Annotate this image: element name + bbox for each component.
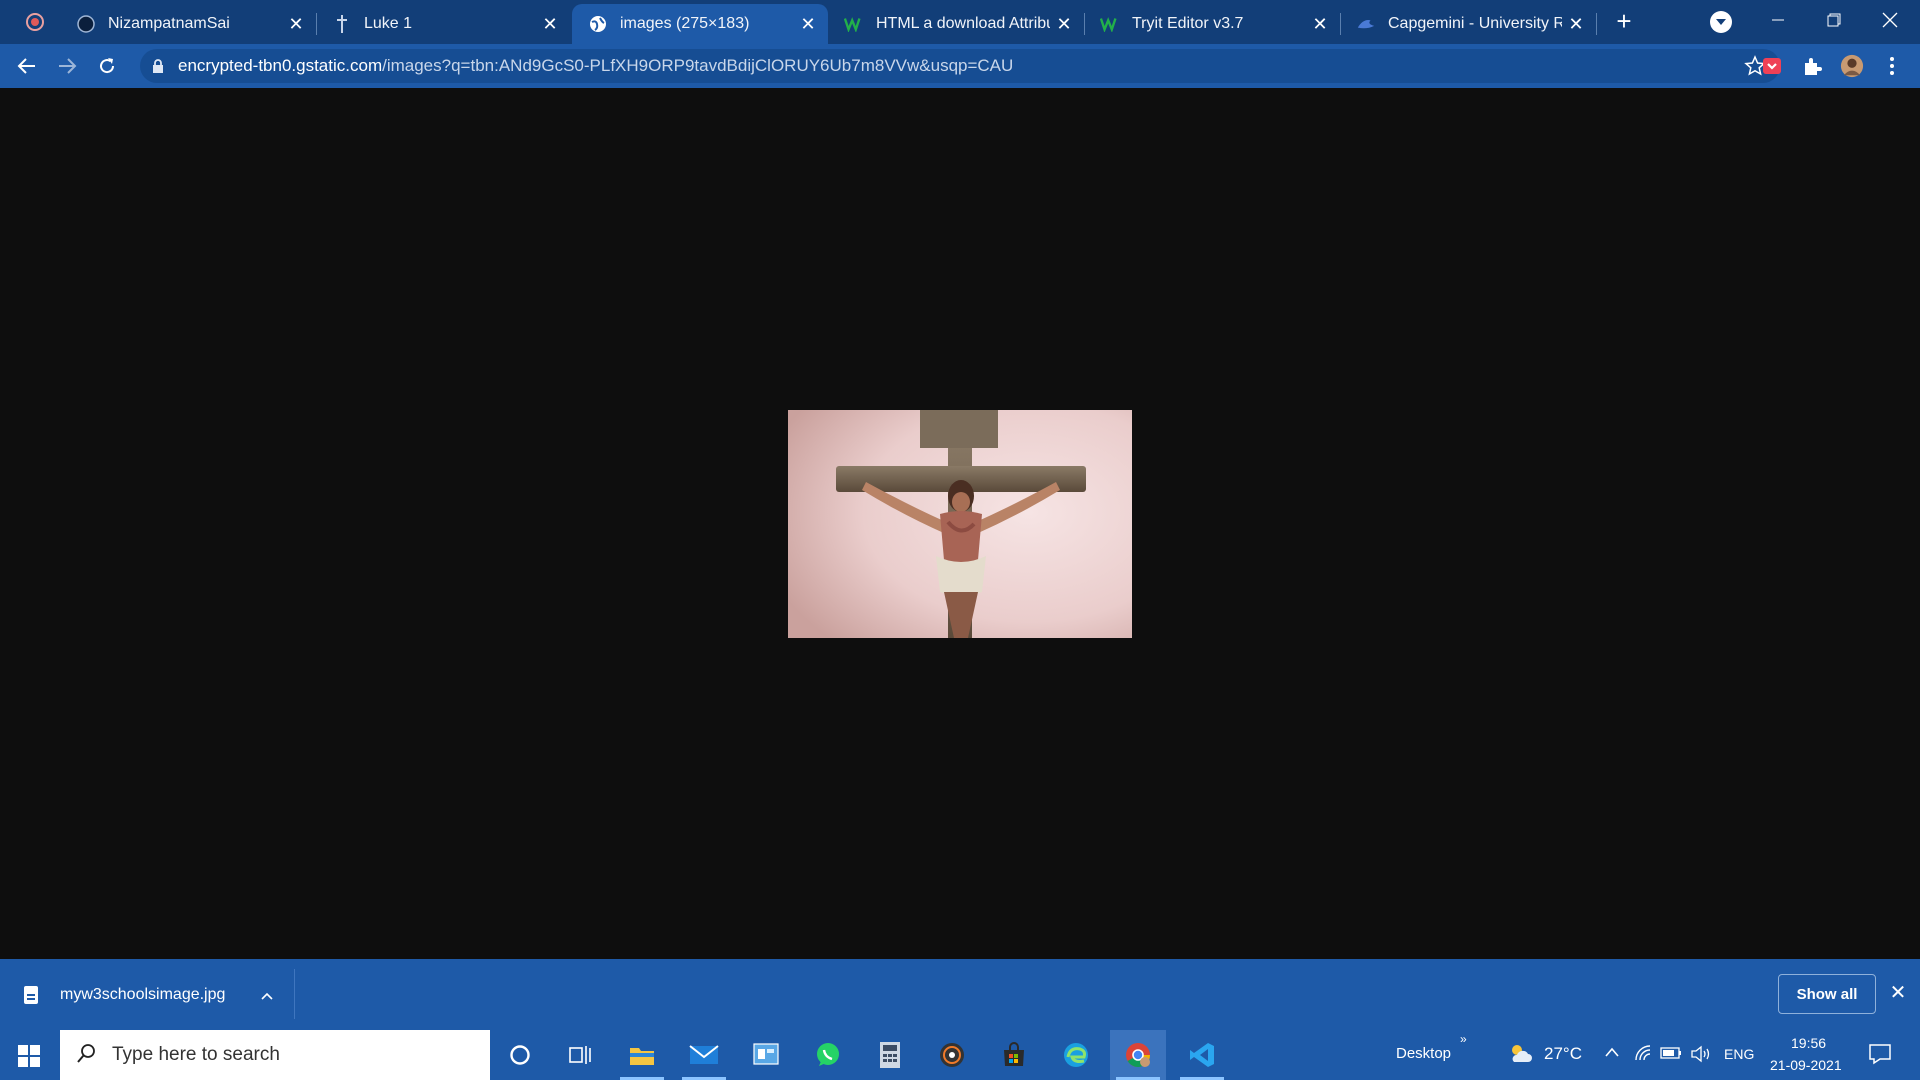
minimize-button[interactable] (1750, 0, 1806, 40)
globe-icon (588, 14, 608, 34)
tab-title: NizampatnamSai (108, 15, 230, 32)
search-placeholder: Type here to search (112, 1044, 280, 1065)
tab-title: Tryit Editor v3.7 (1132, 15, 1244, 32)
tab-title: Luke 1 (364, 15, 413, 32)
pocket-extension-icon[interactable] (1760, 54, 1784, 78)
tab-strip: NizampatnamSai ✕ Luke 1 ✕ images (275×18… (0, 0, 1920, 44)
menu-kebab-icon[interactable] (1880, 54, 1904, 78)
microsoft-store-icon[interactable] (986, 1030, 1042, 1080)
bible-icon (332, 14, 352, 34)
tab-title: images (275×183) (620, 15, 750, 32)
profile-avatar[interactable] (1840, 54, 1864, 78)
language-indicator[interactable]: ENG (1724, 1046, 1754, 1062)
file-explorer-icon[interactable] (614, 1030, 670, 1080)
edge-icon[interactable] (1048, 1030, 1104, 1080)
address-bar[interactable]: encrypted-tbn0.gstatic.com/images?q=tbn:… (140, 49, 1780, 83)
weather-icon[interactable] (1508, 1042, 1534, 1070)
tab-tryit-editor[interactable]: Tryit Editor v3.7 ✕ (1084, 4, 1341, 44)
chevron-up-tray-icon[interactable] (1604, 1045, 1620, 1062)
back-button[interactable] (11, 50, 43, 82)
media-player-icon[interactable] (924, 1030, 980, 1080)
close-download-shelf-icon[interactable]: ✕ (1884, 979, 1912, 1007)
battery-icon[interactable] (1660, 1046, 1682, 1064)
wifi-icon[interactable] (1634, 1044, 1652, 1066)
close-tab-icon[interactable]: ✕ (794, 10, 822, 38)
lock-icon[interactable] (152, 59, 164, 78)
tab-images[interactable]: images (275×183) ✕ (572, 4, 828, 44)
mail-icon[interactable] (676, 1030, 732, 1080)
recording-icon[interactable] (26, 13, 44, 31)
w3schools-icon (1100, 14, 1120, 34)
forward-button[interactable] (51, 50, 83, 82)
cortana-icon[interactable] (492, 1030, 548, 1080)
tab-title: Capgemini - University Re (1388, 15, 1562, 32)
chevron-up-icon[interactable] (261, 987, 273, 1003)
file-icon (24, 986, 38, 1004)
reload-button[interactable] (91, 50, 123, 82)
task-view-icon[interactable] (552, 1030, 608, 1080)
whatsapp-icon[interactable] (800, 1030, 856, 1080)
download-item[interactable]: myw3schoolsimage.jpg (24, 977, 273, 1013)
url-path: /images?q=tbn:ANd9GcS0-PLfXH9ORP9tavdBdi… (382, 56, 1014, 75)
vscode-icon[interactable] (1174, 1030, 1230, 1080)
tab-capgemini[interactable]: Capgemini - University Re ✕ (1340, 4, 1597, 44)
capgemini-icon (1356, 14, 1376, 34)
clock-time[interactable]: 19:56 (1791, 1035, 1826, 1051)
download-filename: myw3schoolsimage.jpg (60, 986, 226, 1003)
tab-title: HTML a download Attribute (876, 15, 1050, 32)
calculator-icon[interactable] (862, 1030, 918, 1080)
close-window-button[interactable] (1862, 0, 1918, 40)
new-tab-button[interactable]: + (1610, 8, 1638, 36)
volume-icon[interactable] (1690, 1045, 1712, 1067)
tab-nizampatnamsai[interactable]: NizampatnamSai ✕ (60, 4, 317, 44)
taskbar-search-box[interactable]: Type here to search (60, 1030, 490, 1080)
control-panel-icon[interactable] (738, 1030, 794, 1080)
close-tab-icon[interactable]: ✕ (1306, 10, 1334, 38)
tab-search-button[interactable] (1710, 11, 1732, 33)
displayed-image[interactable] (788, 410, 1132, 638)
browser-toolbar: encrypted-tbn0.gstatic.com/images?q=tbn:… (0, 44, 1920, 88)
github-icon (76, 14, 96, 34)
tab-html-download-attribute[interactable]: HTML a download Attribute ✕ (828, 4, 1085, 44)
close-tab-icon[interactable]: ✕ (1562, 10, 1590, 38)
download-shelf: myw3schoolsimage.jpg Show all ✕ (0, 959, 1920, 1030)
search-icon (76, 1042, 98, 1069)
w3schools-icon (844, 14, 864, 34)
url-text: encrypted-tbn0.gstatic.com/images?q=tbn:… (178, 56, 1013, 76)
clock-date[interactable]: 21-09-2021 (1770, 1057, 1842, 1073)
show-all-button[interactable]: Show all (1778, 974, 1876, 1014)
close-tab-icon[interactable]: ✕ (536, 10, 564, 38)
chrome-icon[interactable] (1110, 1030, 1166, 1080)
start-windows-icon[interactable] (18, 1045, 40, 1067)
close-tab-icon[interactable]: ✕ (282, 10, 310, 38)
url-host: encrypted-tbn0.gstatic.com (178, 56, 383, 75)
extensions-puzzle-icon[interactable] (1800, 54, 1824, 78)
desktop-toolbar-label[interactable]: Desktop (1396, 1045, 1451, 1062)
tab-luke-1[interactable]: Luke 1 ✕ (316, 4, 570, 44)
temperature[interactable]: 27°C (1544, 1044, 1582, 1064)
page-viewport (0, 88, 1920, 959)
toolbar-expand-chevron-icon[interactable]: » (1460, 1032, 1467, 1046)
windows-taskbar: Type here to search Desktop » 27°C ENG 1… (0, 1030, 1920, 1080)
close-tab-icon[interactable]: ✕ (1050, 10, 1078, 38)
notification-center-icon[interactable] (1868, 1043, 1892, 1069)
restore-button[interactable] (1806, 0, 1862, 40)
